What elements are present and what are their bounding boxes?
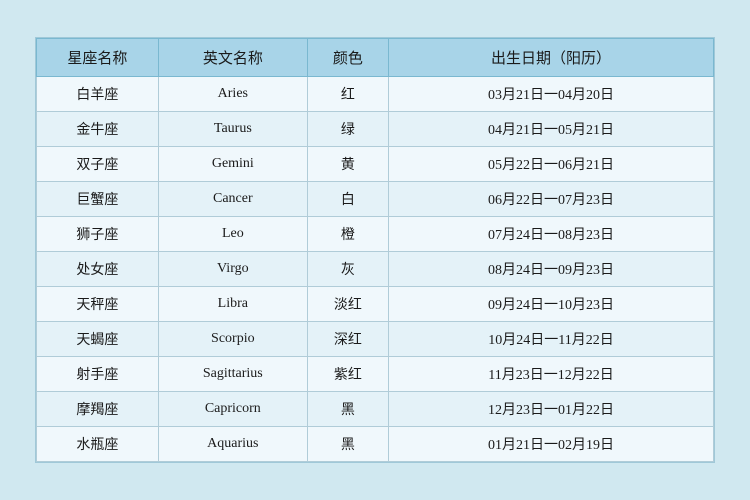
cell-color: 橙 xyxy=(307,217,388,252)
cell-date: 12月23日一01月22日 xyxy=(389,392,714,427)
cell-date: 08月24日一09月23日 xyxy=(389,252,714,287)
cell-date: 11月23日一12月22日 xyxy=(389,357,714,392)
cell-english: Sagittarius xyxy=(158,357,307,392)
header-english: 英文名称 xyxy=(158,39,307,77)
table-row: 摩羯座Capricorn黑12月23日一01月22日 xyxy=(37,392,714,427)
cell-color: 白 xyxy=(307,182,388,217)
cell-english: Leo xyxy=(158,217,307,252)
cell-chinese: 水瓶座 xyxy=(37,427,159,462)
zodiac-table-container: 星座名称 英文名称 颜色 出生日期（阳历） 白羊座Aries红03月21日一04… xyxy=(35,37,715,463)
cell-date: 09月24日一10月23日 xyxy=(389,287,714,322)
table-row: 狮子座Leo橙07月24日一08月23日 xyxy=(37,217,714,252)
cell-color: 绿 xyxy=(307,112,388,147)
header-date: 出生日期（阳历） xyxy=(389,39,714,77)
cell-date: 10月24日一11月22日 xyxy=(389,322,714,357)
cell-chinese: 白羊座 xyxy=(37,77,159,112)
cell-english: Aries xyxy=(158,77,307,112)
cell-chinese: 巨蟹座 xyxy=(37,182,159,217)
cell-chinese: 狮子座 xyxy=(37,217,159,252)
header-color: 颜色 xyxy=(307,39,388,77)
cell-color: 红 xyxy=(307,77,388,112)
cell-chinese: 处女座 xyxy=(37,252,159,287)
cell-color: 黄 xyxy=(307,147,388,182)
table-row: 巨蟹座Cancer白06月22日一07月23日 xyxy=(37,182,714,217)
table-row: 双子座Gemini黄05月22日一06月21日 xyxy=(37,147,714,182)
cell-chinese: 金牛座 xyxy=(37,112,159,147)
zodiac-table: 星座名称 英文名称 颜色 出生日期（阳历） 白羊座Aries红03月21日一04… xyxy=(36,38,714,462)
table-body: 白羊座Aries红03月21日一04月20日金牛座Taurus绿04月21日一0… xyxy=(37,77,714,462)
cell-date: 03月21日一04月20日 xyxy=(389,77,714,112)
cell-color: 黑 xyxy=(307,392,388,427)
cell-chinese: 天秤座 xyxy=(37,287,159,322)
cell-date: 07月24日一08月23日 xyxy=(389,217,714,252)
cell-english: Cancer xyxy=(158,182,307,217)
cell-color: 灰 xyxy=(307,252,388,287)
cell-date: 01月21日一02月19日 xyxy=(389,427,714,462)
cell-english: Aquarius xyxy=(158,427,307,462)
table-header-row: 星座名称 英文名称 颜色 出生日期（阳历） xyxy=(37,39,714,77)
cell-english: Scorpio xyxy=(158,322,307,357)
cell-date: 06月22日一07月23日 xyxy=(389,182,714,217)
table-row: 白羊座Aries红03月21日一04月20日 xyxy=(37,77,714,112)
cell-color: 淡红 xyxy=(307,287,388,322)
table-row: 水瓶座Aquarius黑01月21日一02月19日 xyxy=(37,427,714,462)
cell-date: 04月21日一05月21日 xyxy=(389,112,714,147)
cell-color: 紫红 xyxy=(307,357,388,392)
cell-english: Taurus xyxy=(158,112,307,147)
table-row: 射手座Sagittarius紫红11月23日一12月22日 xyxy=(37,357,714,392)
cell-english: Gemini xyxy=(158,147,307,182)
cell-english: Libra xyxy=(158,287,307,322)
cell-color: 黑 xyxy=(307,427,388,462)
cell-chinese: 天蝎座 xyxy=(37,322,159,357)
table-row: 金牛座Taurus绿04月21日一05月21日 xyxy=(37,112,714,147)
header-chinese: 星座名称 xyxy=(37,39,159,77)
cell-chinese: 摩羯座 xyxy=(37,392,159,427)
cell-color: 深红 xyxy=(307,322,388,357)
cell-chinese: 双子座 xyxy=(37,147,159,182)
table-row: 天蝎座Scorpio深红10月24日一11月22日 xyxy=(37,322,714,357)
cell-english: Capricorn xyxy=(158,392,307,427)
cell-date: 05月22日一06月21日 xyxy=(389,147,714,182)
cell-chinese: 射手座 xyxy=(37,357,159,392)
table-row: 处女座Virgo灰08月24日一09月23日 xyxy=(37,252,714,287)
table-row: 天秤座Libra淡红09月24日一10月23日 xyxy=(37,287,714,322)
cell-english: Virgo xyxy=(158,252,307,287)
